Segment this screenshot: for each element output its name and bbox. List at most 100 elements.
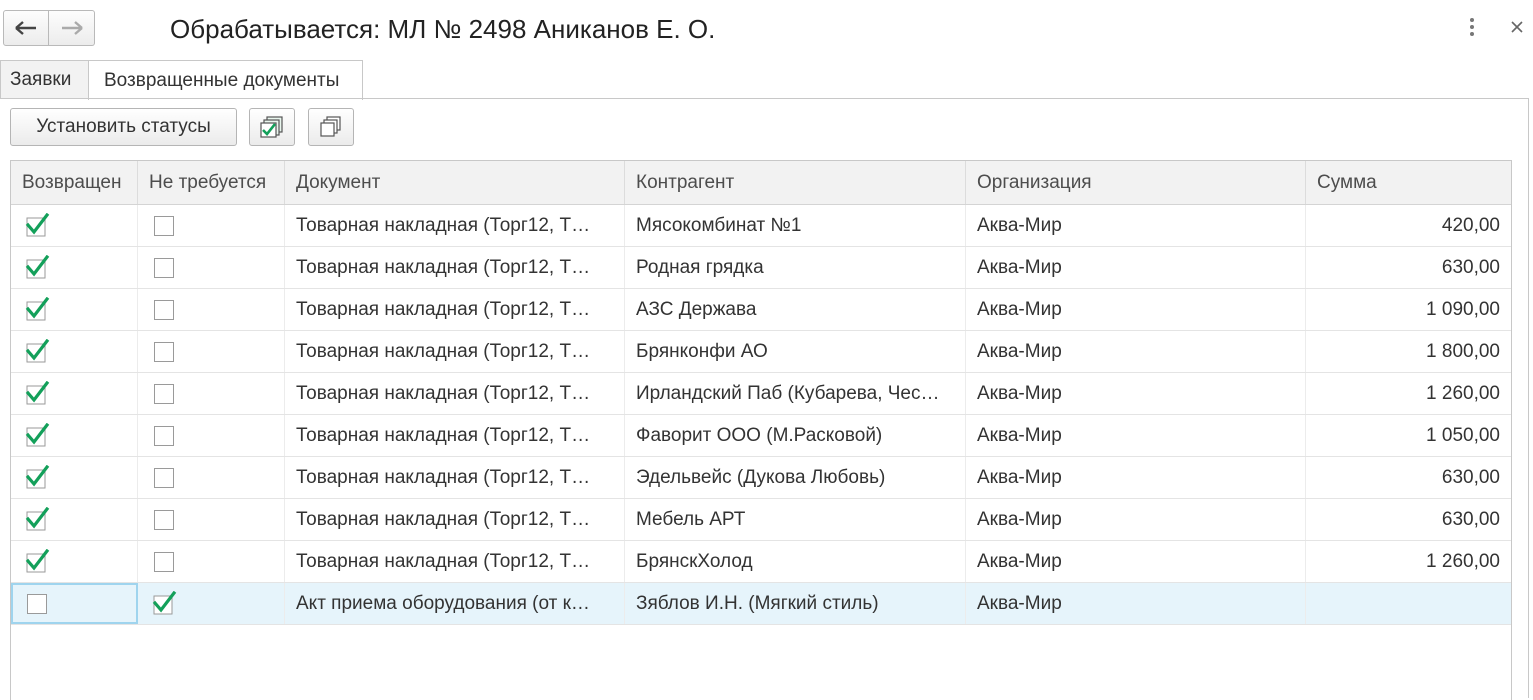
counterparty-cell[interactable]: Мебель АРТ (625, 499, 966, 540)
not-required-cell[interactable] (138, 331, 285, 372)
not-required-cell[interactable] (138, 499, 285, 540)
counterparty-cell[interactable]: Эдельвейс (Дукова Любовь) (625, 457, 966, 498)
check-all-button[interactable] (249, 108, 295, 146)
not-required-cell[interactable] (138, 247, 285, 288)
organization-cell[interactable]: Аква-Мир (966, 205, 1306, 246)
not-required-checkbox-checked[interactable] (151, 590, 177, 617)
document-cell[interactable]: Товарная накладная (Торг12, Т… (285, 541, 625, 582)
organization-cell[interactable]: Аква-Мир (966, 415, 1306, 456)
organization-cell[interactable]: Аква-Мир (966, 331, 1306, 372)
table-row[interactable]: Товарная накладная (Торг12, Т… Брянконфи … (11, 331, 1511, 373)
column-header-counterparty[interactable]: Контрагент (625, 161, 966, 204)
not-required-checkbox[interactable] (151, 507, 177, 533)
sum-cell[interactable]: 1 260,00 (1306, 541, 1511, 582)
column-header-not-required[interactable]: Не требуется (138, 161, 285, 204)
returned-cell[interactable] (11, 541, 138, 582)
not-required-cell[interactable] (138, 289, 285, 330)
returned-cell[interactable] (11, 415, 138, 456)
set-statuses-button[interactable]: Установить статусы (10, 108, 237, 146)
document-cell[interactable]: Товарная накладная (Торг12, Т… (285, 499, 625, 540)
organization-cell[interactable]: Аква-Мир (966, 289, 1306, 330)
column-header-document[interactable]: Документ (285, 161, 625, 204)
document-cell[interactable]: Товарная накладная (Торг12, Т… (285, 247, 625, 288)
column-header-sum[interactable]: Сумма (1306, 161, 1511, 204)
document-cell[interactable]: Товарная накладная (Торг12, Т… (285, 373, 625, 414)
organization-cell[interactable]: Аква-Мир (966, 247, 1306, 288)
not-required-cell[interactable] (138, 415, 285, 456)
column-header-organization[interactable]: Организация (966, 161, 1306, 204)
counterparty-cell[interactable]: БрянскХолод (625, 541, 966, 582)
back-button[interactable] (3, 10, 49, 46)
document-cell[interactable]: Товарная накладная (Торг12, Т… (285, 331, 625, 372)
table-row[interactable]: Товарная накладная (Торг12, Т… Мясокомбин… (11, 205, 1511, 247)
tab-requests[interactable]: Заявки (0, 60, 89, 98)
returned-checkbox-checked[interactable] (24, 212, 50, 239)
not-required-cell[interactable] (138, 205, 285, 246)
document-cell[interactable]: Товарная накладная (Торг12, Т… (285, 289, 625, 330)
not-required-cell[interactable] (138, 541, 285, 582)
table-row[interactable]: Товарная накладная (Торг12, Т… Ирландский… (11, 373, 1511, 415)
close-icon[interactable] (1507, 17, 1527, 37)
sum-cell[interactable] (1306, 583, 1511, 624)
column-header-returned[interactable]: Возвращен (11, 161, 138, 204)
returned-checkbox-checked[interactable] (24, 254, 50, 281)
returned-cell[interactable] (11, 331, 138, 372)
not-required-checkbox[interactable] (151, 381, 177, 407)
table-row[interactable]: Товарная накладная (Торг12, Т… БрянскХоло… (11, 541, 1511, 583)
copy-button[interactable] (308, 108, 354, 146)
sum-cell[interactable]: 1 090,00 (1306, 289, 1511, 330)
counterparty-cell[interactable]: АЗС Держава (625, 289, 966, 330)
sum-cell[interactable]: 1 800,00 (1306, 331, 1511, 372)
returned-checkbox-checked[interactable] (24, 506, 50, 533)
organization-cell[interactable]: Аква-Мир (966, 541, 1306, 582)
document-cell[interactable]: Товарная накладная (Торг12, Т… (285, 415, 625, 456)
sum-cell[interactable]: 630,00 (1306, 499, 1511, 540)
sum-cell[interactable]: 630,00 (1306, 247, 1511, 288)
more-vertical-icon[interactable] (1464, 16, 1480, 40)
document-cell[interactable]: Товарная накладная (Торг12, Т… (285, 205, 625, 246)
organization-cell[interactable]: Аква-Мир (966, 583, 1306, 624)
organization-cell[interactable]: Аква-Мир (966, 457, 1306, 498)
counterparty-cell[interactable]: Родная грядка (625, 247, 966, 288)
sum-cell[interactable]: 1 050,00 (1306, 415, 1511, 456)
returned-cell[interactable] (11, 499, 138, 540)
not-required-cell[interactable] (138, 583, 285, 624)
returned-cell[interactable] (11, 583, 138, 624)
not-required-checkbox[interactable] (151, 297, 177, 323)
returned-cell[interactable] (11, 457, 138, 498)
counterparty-cell[interactable]: Брянконфи АО (625, 331, 966, 372)
not-required-checkbox[interactable] (151, 339, 177, 365)
table-row[interactable]: Акт приема оборудования (от к… Зяблов И.Н… (11, 583, 1511, 625)
returned-checkbox-checked[interactable] (24, 422, 50, 449)
returned-checkbox-checked[interactable] (24, 380, 50, 407)
not-required-cell[interactable] (138, 373, 285, 414)
forward-button[interactable] (49, 10, 95, 46)
returned-cell[interactable] (11, 289, 138, 330)
table-row[interactable]: Товарная накладная (Торг12, Т… Мебель АРТ… (11, 499, 1511, 541)
returned-cell[interactable] (11, 205, 138, 246)
not-required-checkbox[interactable] (151, 465, 177, 491)
returned-checkbox-checked[interactable] (24, 296, 50, 323)
returned-checkbox-checked[interactable] (24, 548, 50, 575)
not-required-checkbox[interactable] (151, 213, 177, 239)
document-cell[interactable]: Акт приема оборудования (от к… (285, 583, 625, 624)
table-row[interactable]: Товарная накладная (Торг12, Т… АЗС Держав… (11, 289, 1511, 331)
counterparty-cell[interactable]: Зяблов И.Н. (Мягкий стиль) (625, 583, 966, 624)
organization-cell[interactable]: Аква-Мир (966, 373, 1306, 414)
counterparty-cell[interactable]: Ирландский Паб (Кубарева, Чес… (625, 373, 966, 414)
not-required-cell[interactable] (138, 457, 285, 498)
not-required-checkbox[interactable] (151, 423, 177, 449)
returned-checkbox-checked[interactable] (24, 464, 50, 491)
organization-cell[interactable]: Аква-Мир (966, 499, 1306, 540)
counterparty-cell[interactable]: Мясокомбинат №1 (625, 205, 966, 246)
not-required-checkbox[interactable] (151, 549, 177, 575)
sum-cell[interactable]: 420,00 (1306, 205, 1511, 246)
sum-cell[interactable]: 1 260,00 (1306, 373, 1511, 414)
counterparty-cell[interactable]: Фаворит ООО (М.Расковой) (625, 415, 966, 456)
returned-cell[interactable] (11, 247, 138, 288)
returned-cell[interactable] (11, 373, 138, 414)
sum-cell[interactable]: 630,00 (1306, 457, 1511, 498)
returned-checkbox-checked[interactable] (24, 338, 50, 365)
table-row[interactable]: Товарная накладная (Торг12, Т… Фаворит ОО… (11, 415, 1511, 457)
tab-returned-documents[interactable]: Возвращенные документы (88, 60, 363, 100)
